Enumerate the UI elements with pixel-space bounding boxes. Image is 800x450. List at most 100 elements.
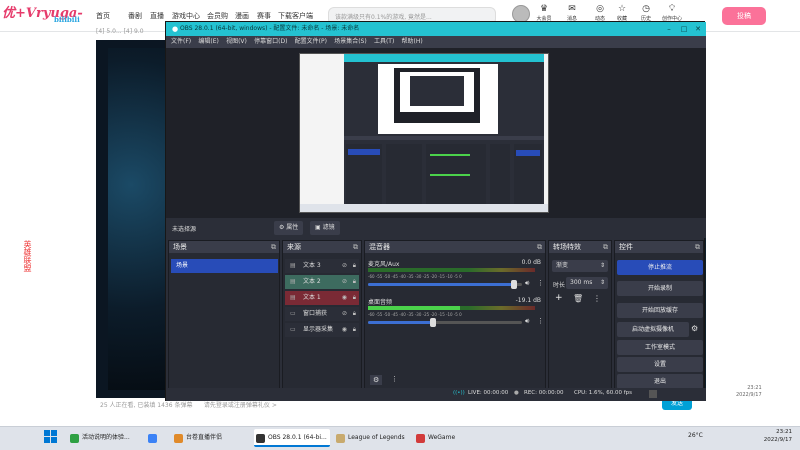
spin-arrows-icon: ⇕ — [599, 262, 605, 269]
taskbar-app[interactable]: League of Legends — [334, 429, 410, 447]
header-link[interactable]: ☆ 收藏 — [612, 4, 632, 22]
menu-tools[interactable]: 工具(T) — [374, 36, 394, 48]
duration-input[interactable]: 300 ms ⇕ — [566, 277, 608, 289]
scenes-dock: 场景 ⧉ 场景 — [168, 240, 280, 398]
transition-select[interactable]: 渐变 ⇕ — [552, 260, 608, 272]
source-item[interactable]: ▭ 显示器采集 ◉ 🔒︎ — [285, 323, 359, 337]
scene-item[interactable]: 场景 — [171, 259, 278, 273]
controls-dock: 控件 ⧉ 停止推流 开始录制 开始回放缓存 启动虚拟摄像机 ⚙ 工作室模式 设置 … — [614, 240, 704, 398]
nav-link[interactable]: 首页 — [96, 11, 110, 21]
lock-icon[interactable]: 🔒︎ — [353, 307, 356, 321]
more-icon[interactable]: ⋮ — [537, 279, 544, 287]
settings-button[interactable]: 设置 — [617, 357, 703, 372]
visible-icon[interactable]: ◉ — [342, 291, 347, 305]
mixer-channel-name: 麦克风/Aux — [368, 261, 400, 268]
nav-link[interactable]: 漫画 — [235, 11, 249, 21]
app-icon — [416, 434, 425, 443]
status-bar: ((•)) LIVE: 00:00:00 ● REC: 00:00:00 CPU… — [166, 388, 706, 401]
maximize-icon[interactable]: □ — [677, 22, 691, 36]
menu-scene-collection[interactable]: 场景集合(S) — [334, 36, 367, 48]
menu-docks[interactable]: 停靠窗口(D) — [254, 36, 287, 48]
hidden-icon[interactable]: ⊘ — [342, 275, 347, 289]
menu-profile[interactable]: 配置文件(P) — [295, 36, 327, 48]
gear-icon[interactable]: ⚙ — [691, 324, 698, 333]
start-virtual-camera-button[interactable]: 启动虚拟摄像机 — [617, 322, 689, 337]
more-icon[interactable]: ⋮ — [537, 317, 544, 325]
taskbar-app[interactable]: 活动说明的体验... — [68, 429, 142, 447]
cpu-fps: CPU: 1.6%, 60.00 fps — [574, 390, 633, 396]
live-time: LIVE: 00:00:00 — [468, 390, 509, 396]
volume-slider[interactable] — [368, 280, 522, 289]
preview-area[interactable] — [166, 48, 706, 218]
menu-view[interactable]: 视图(V) — [226, 36, 247, 48]
obs-menubar: 文件(F) 编辑(E) 视图(V) 停靠窗口(D) 配置文件(P) 场景集合(S… — [166, 36, 706, 48]
studio-mode-button[interactable]: 工作室模式 — [617, 340, 703, 355]
taskbar-app[interactable]: WeGame — [414, 429, 474, 447]
volume-slider-handle[interactable] — [429, 318, 436, 327]
obs-window: OBS 28.0.1 (64-bit, windows) - 配置文件: 未命名… — [165, 21, 706, 401]
minimize-icon[interactable]: – — [662, 22, 676, 36]
exit-button[interactable]: 退出 — [617, 374, 703, 389]
properties-button[interactable]: ⚙ 属性 — [274, 221, 304, 235]
add-icon[interactable]: + — [555, 293, 563, 303]
mixer-menu-icon[interactable]: ⋮ — [391, 375, 398, 383]
close-icon[interactable]: ✕ — [691, 22, 705, 36]
hidden-icon[interactable]: ⊘ — [342, 307, 347, 321]
start-recording-button[interactable]: 开始录制 — [617, 281, 703, 296]
nav-link[interactable]: 直播 — [150, 11, 164, 21]
taskbar-app[interactable]: OBS 28.0.1 (64-bi... — [254, 429, 330, 447]
start-replay-buffer-button[interactable]: 开始回放缓存 — [617, 303, 703, 318]
nav-link[interactable]: 下载客户端 — [278, 11, 313, 21]
page-right-column — [706, 34, 800, 426]
undock-icon[interactable]: ⧉ — [537, 241, 542, 253]
header-link[interactable]: ◷ 历史 — [636, 4, 656, 22]
speaker-icon[interactable]: 🔊︎ — [525, 279, 529, 288]
source-item[interactable]: ▤ 文本 2 ⊘ 🔒︎ — [285, 275, 359, 289]
vip-icon: ♛ — [539, 4, 549, 14]
taskbar-app[interactable]: 台卷直播伴侣 — [172, 429, 250, 447]
nav-link[interactable]: 番剧 — [128, 11, 142, 21]
source-item[interactable]: ▤ 文本 3 ⊘ 🔒︎ — [285, 259, 359, 273]
controls-dock-header: 控件 ⧉ — [615, 241, 703, 253]
mixer-settings-icon[interactable]: ⚙ — [370, 375, 383, 385]
trash-icon[interactable]: 🗑︎ — [573, 294, 583, 303]
header-link[interactable]: ◎ 动态 — [590, 4, 610, 22]
more-icon[interactable]: ⋮ — [593, 294, 601, 303]
taskbar-app[interactable] — [146, 429, 168, 447]
clock: 23:21 2022/9/17 — [763, 429, 792, 443]
undock-icon[interactable]: ⧉ — [271, 241, 276, 253]
menu-edit[interactable]: 编辑(E) — [198, 36, 218, 48]
transitions-dock: 转场特效 ⧉ 渐变 ⇕ 时长 300 ms ⇕ + 🗑︎ ⋮ — [548, 240, 612, 398]
duration-label: 时长 — [553, 282, 566, 289]
header-link[interactable]: ✉ 消息 — [562, 4, 582, 22]
menu-file[interactable]: 文件(F) — [171, 36, 191, 48]
filters-button[interactable]: ▣ 滤镜 — [310, 221, 340, 235]
speaker-icon[interactable]: 🔊︎ — [525, 317, 529, 326]
header-link[interactable]: ♛ 大会员 — [534, 4, 554, 22]
undock-icon[interactable]: ⧉ — [353, 241, 358, 253]
source-item[interactable]: ▤ 文本 1 ◉ 🔒︎ — [285, 291, 359, 305]
nav-link[interactable]: 赛事 — [257, 11, 271, 21]
stop-streaming-button[interactable]: 停止推流 — [617, 260, 703, 275]
volume-slider-handle[interactable] — [511, 280, 518, 289]
nav-link[interactable]: 游戏中心 — [172, 11, 200, 21]
source-item[interactable]: ▭ 窗口捕获 ⊘ 🔒︎ — [285, 307, 359, 321]
source-toolbar: 未选择源 ⚙ 属性 ▣ 滤镜 — [166, 218, 706, 238]
volume-slider[interactable] — [368, 318, 522, 327]
lock-icon[interactable]: 🔒︎ — [353, 275, 356, 289]
upload-button[interactable]: 投稿 — [722, 7, 766, 25]
start-button[interactable] — [44, 430, 58, 444]
nav-link[interactable]: 会员购 — [207, 11, 228, 21]
lock-icon[interactable]: 🔒︎ — [353, 291, 356, 305]
header-link[interactable]: 💡︎ 创作中心 — [662, 4, 682, 22]
app-icon — [148, 434, 157, 443]
undock-icon[interactable]: ⧉ — [695, 241, 700, 253]
lock-icon[interactable]: 🔒︎ — [353, 259, 356, 273]
hidden-icon[interactable]: ⊘ — [342, 259, 347, 273]
visible-icon[interactable]: ◉ — [342, 323, 347, 337]
recursive-preview — [300, 54, 548, 212]
mixer-channel-db: -19.1 dB — [515, 297, 541, 304]
lock-icon[interactable]: 🔒︎ — [353, 323, 356, 337]
undock-icon[interactable]: ⧉ — [603, 241, 608, 253]
menu-help[interactable]: 帮助(H) — [402, 36, 423, 48]
